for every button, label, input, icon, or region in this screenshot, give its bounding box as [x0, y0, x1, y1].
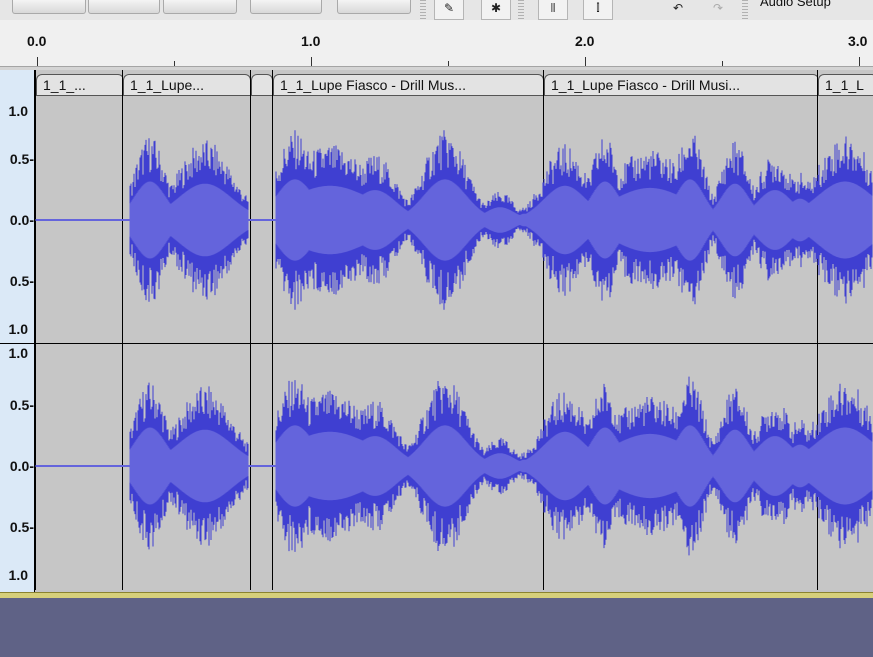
ruler-label-3: 3.0 [848, 33, 868, 49]
audio-track[interactable]: 1_1_... 1_1_Lupe... 1_1_Lupe Fiasco - Dril… [0, 70, 873, 592]
ruler-tick [311, 57, 312, 66]
scale-label: 1.0 [8, 103, 28, 119]
toolbar: ✎ ✱ ⫼ ⫿ ↶ ↷ Audio Setup [0, 0, 873, 21]
scale-label: 0.0- [9, 458, 34, 474]
scale-label: 0.5- [9, 151, 34, 167]
timeline-ruler[interactable]: 0.0 1.0 2.0 3.0 [0, 20, 873, 69]
ruler-label-0: 0.0 [27, 33, 47, 49]
ruler-label-1: 1.0 [301, 33, 321, 49]
toolbar-grip[interactable] [518, 0, 524, 19]
zoom-fit-icon[interactable]: ⫿ [583, 0, 613, 20]
audio-setup-button[interactable]: Audio Setup [760, 0, 831, 9]
scale-label: 1.0 [8, 567, 28, 583]
scale-label: 1.0 [8, 345, 28, 361]
scale-label: 0.5- [9, 519, 34, 535]
waveform[interactable] [0, 70, 873, 592]
undo-icon[interactable]: ↶ [664, 0, 692, 19]
toolbar-button-2[interactable] [88, 0, 160, 14]
scale-label: 0.5- [9, 273, 34, 289]
toolbar-button-3[interactable] [163, 0, 237, 14]
scale-label: 0.5- [9, 397, 34, 413]
ruler-tick [585, 57, 586, 66]
track-resize-handle[interactable] [0, 592, 873, 598]
toolbar-button-4[interactable] [250, 0, 322, 14]
pencil-icon[interactable]: ✎ [434, 0, 464, 20]
toolbar-button-5[interactable] [337, 0, 411, 14]
toolbar-grip[interactable] [742, 0, 748, 19]
channel-divider [0, 343, 873, 344]
ruler-tick [859, 57, 860, 66]
zoom-normal-icon[interactable]: ⫼ [538, 0, 568, 20]
toolbar-button-1[interactable] [12, 0, 86, 14]
multi-tool-icon[interactable]: ✱ [481, 0, 511, 20]
ruler-label-2: 2.0 [575, 33, 595, 49]
toolbar-grip[interactable] [420, 0, 426, 19]
ruler-tick [37, 57, 38, 66]
scale-label: 0.0- [9, 212, 34, 228]
vertical-scale: 1.0 0.5- 0.0- 0.5- 1.0 1.0 0.5- 0.0- 0.5… [0, 70, 35, 592]
redo-icon[interactable]: ↷ [704, 0, 732, 19]
scale-label: 1.0 [8, 321, 28, 337]
